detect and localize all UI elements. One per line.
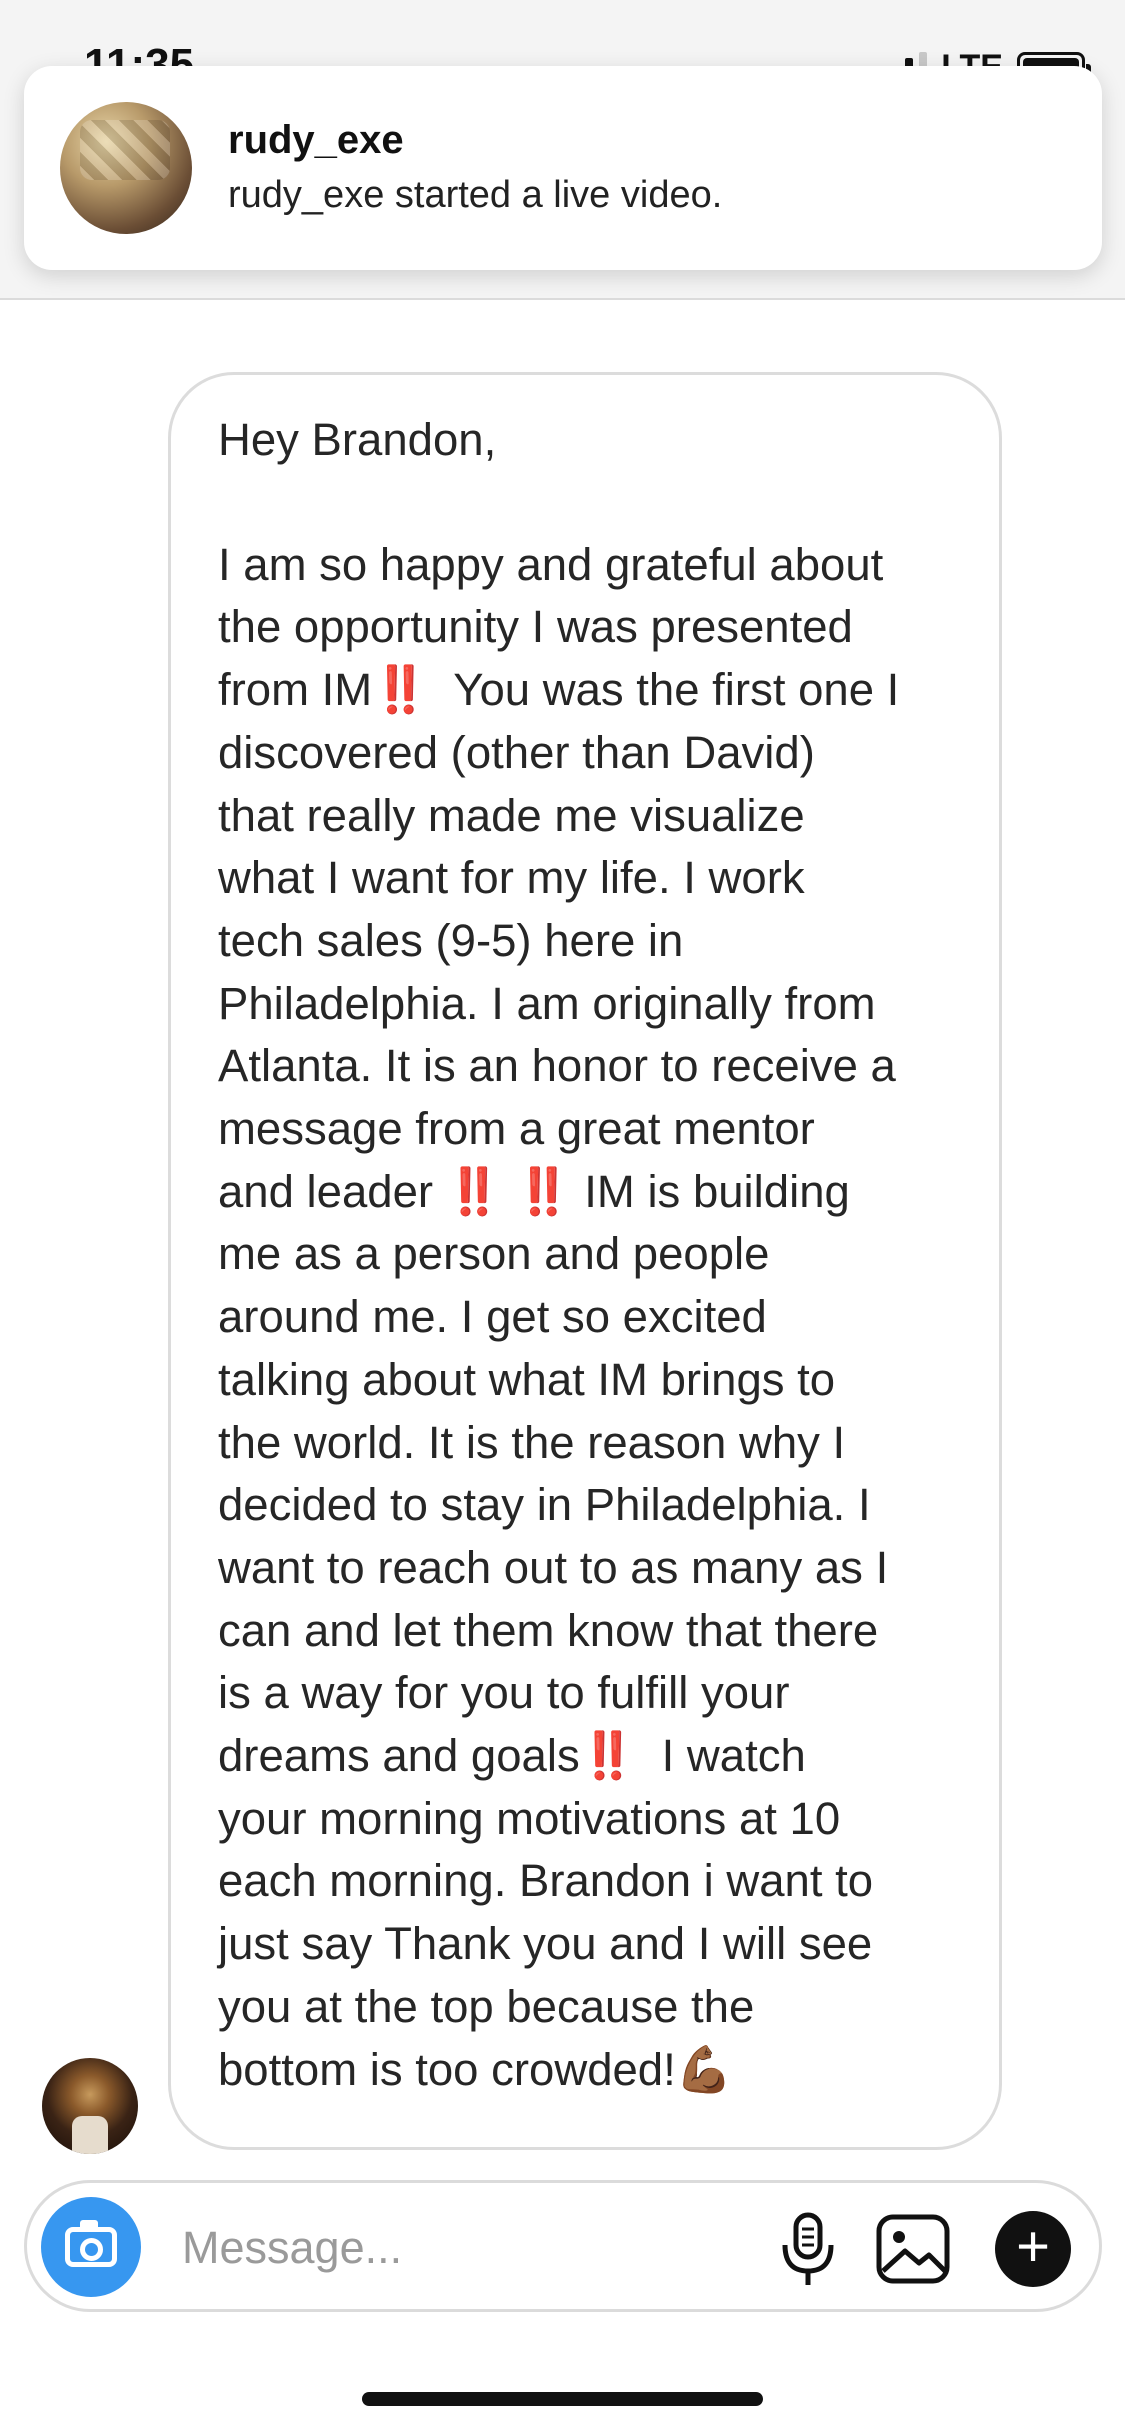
notification-banner[interactable]: rudy_exe rudy_exe started a live video. bbox=[24, 66, 1102, 270]
message-composer: + bbox=[24, 2180, 1102, 2312]
home-indicator[interactable] bbox=[362, 2392, 763, 2406]
message-input[interactable] bbox=[182, 2213, 762, 2283]
add-button[interactable]: + bbox=[995, 2211, 1071, 2287]
notification-username: rudy_exe bbox=[228, 118, 404, 162]
message-bubble[interactable]: Hey Brandon, I am so happy and grateful … bbox=[168, 372, 1002, 2150]
message-body: I am so happy and grateful about the opp… bbox=[218, 538, 900, 2095]
notification-avatar bbox=[60, 102, 192, 234]
camera-button[interactable] bbox=[41, 2197, 141, 2297]
notification-text: rudy_exe started a live video. bbox=[228, 174, 723, 216]
sender-avatar[interactable] bbox=[42, 2058, 138, 2154]
gallery-icon[interactable] bbox=[873, 2209, 953, 2289]
message-greeting: Hey Brandon, bbox=[218, 414, 497, 465]
plus-icon: + bbox=[1016, 2214, 1050, 2279]
microphone-icon[interactable] bbox=[773, 2209, 843, 2289]
camera-icon bbox=[65, 2220, 117, 2267]
